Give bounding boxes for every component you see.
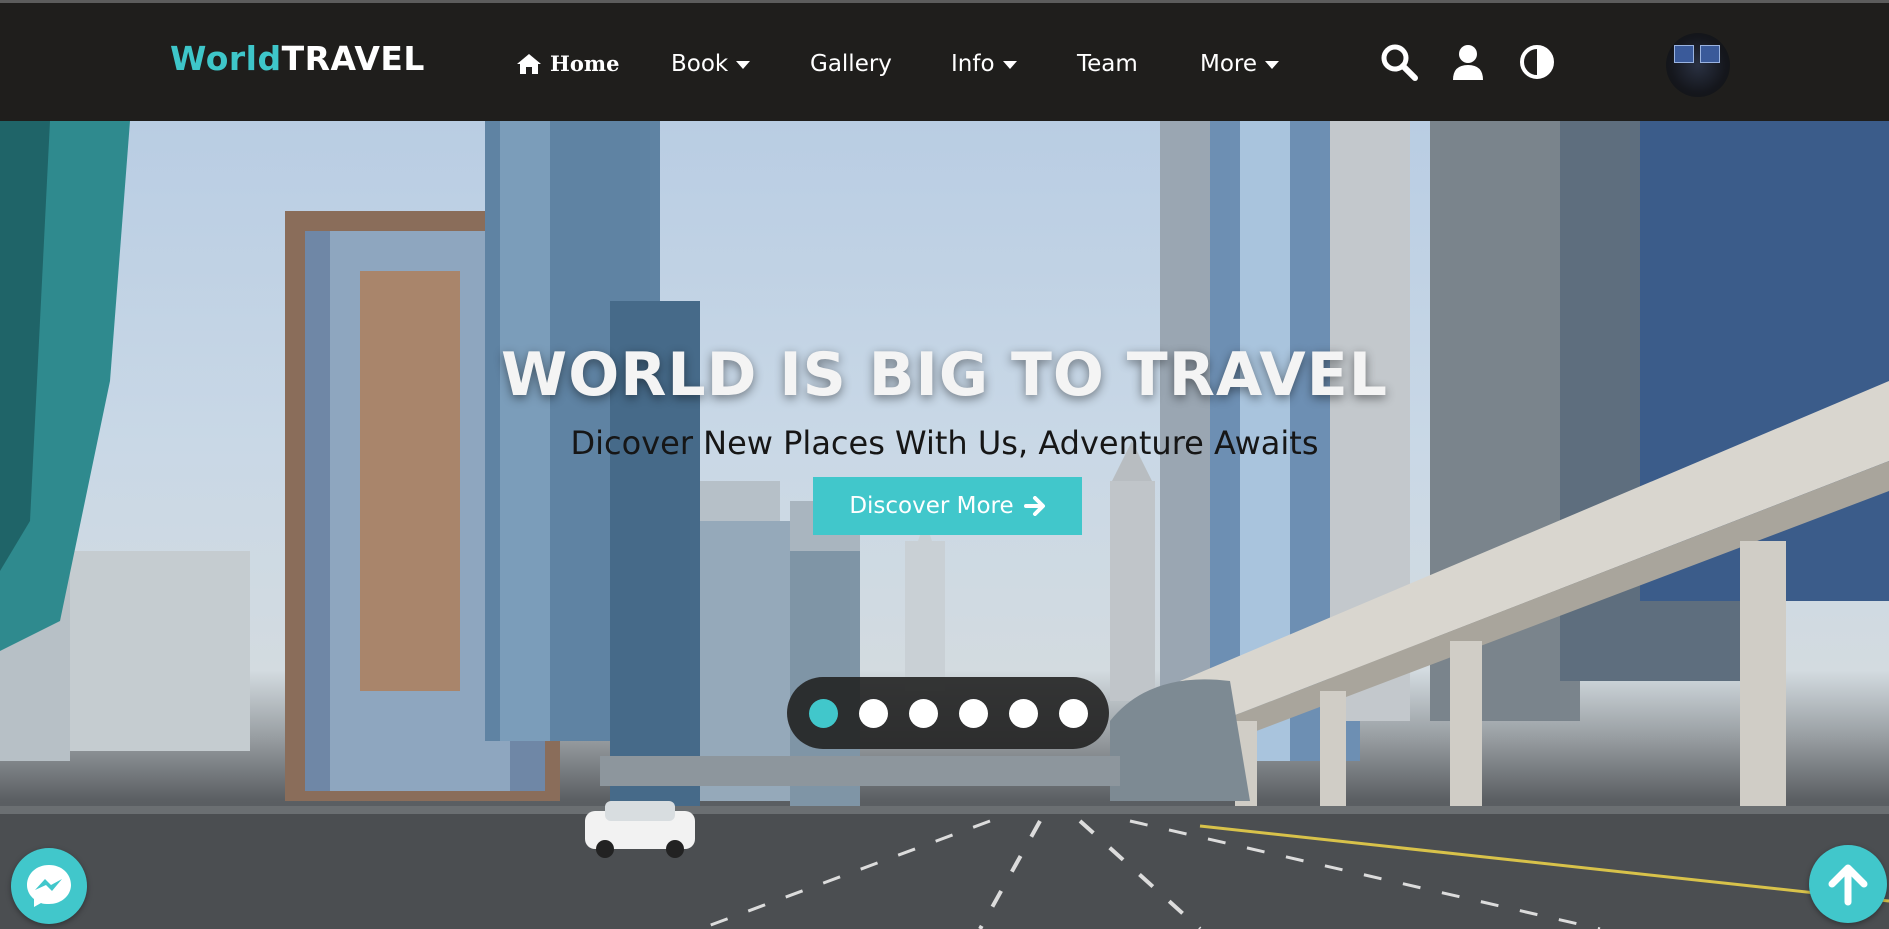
nav-item-more[interactable]: More <box>1200 51 1280 77</box>
messenger-button[interactable] <box>11 848 87 924</box>
slider-pagination <box>787 677 1109 749</box>
search-icon[interactable] <box>1380 43 1418 81</box>
nav-item-info[interactable]: Info <box>951 51 1017 77</box>
chevron-down-icon <box>1002 61 1017 69</box>
avatar-image-left <box>1674 45 1694 63</box>
discover-more-label: Discover More <box>849 493 1014 519</box>
arrow-up-icon <box>1828 864 1868 906</box>
avatar[interactable] <box>1666 33 1730 97</box>
nav-item-label: More <box>1200 51 1258 77</box>
nav-item-label: Gallery <box>810 51 892 77</box>
scroll-to-top-button[interactable] <box>1809 845 1887 923</box>
slide-dot[interactable] <box>858 698 888 728</box>
home-icon <box>517 53 541 74</box>
nav-item-label: Book <box>671 51 729 77</box>
chevron-down-icon <box>1265 61 1280 69</box>
chevron-down-icon <box>736 61 751 69</box>
messenger-icon <box>27 865 71 907</box>
hero-title: WORLD IS BIG TO TRAVEL <box>501 340 1388 410</box>
nav-item-home[interactable]: Home <box>516 51 619 76</box>
arrow-right-icon <box>1023 496 1045 516</box>
nav-item-label: Info <box>951 51 995 77</box>
slide-dot[interactable] <box>808 698 838 728</box>
slide-dot[interactable] <box>958 698 988 728</box>
hero-subtitle: Dicover New Places With Us, Adventure Aw… <box>570 424 1319 462</box>
slide-dot[interactable] <box>1058 698 1088 728</box>
slide-dot[interactable] <box>1008 698 1038 728</box>
discover-more-button[interactable]: Discover More <box>813 477 1082 535</box>
brand-logo[interactable]: WorldTRAVEL <box>170 39 425 78</box>
contrast-icon[interactable] <box>1518 43 1556 81</box>
slide-dot[interactable] <box>908 698 938 728</box>
hero-section: WORLD IS BIG TO TRAVEL Dicover New Place… <box>0 121 1889 929</box>
nav-item-book[interactable]: Book <box>671 51 751 77</box>
navbar: WorldTRAVEL Home Book Gallery Info Team … <box>0 3 1889 121</box>
brand-logo-part2: TRAVEL <box>281 39 425 78</box>
avatar-image-right <box>1700 45 1720 63</box>
brand-logo-part1: World <box>170 39 282 78</box>
nav-item-label: Home <box>550 51 620 76</box>
nav-item-gallery[interactable]: Gallery <box>810 51 892 77</box>
user-icon[interactable] <box>1449 43 1487 81</box>
nav-item-label: Team <box>1077 51 1138 77</box>
nav-item-team[interactable]: Team <box>1077 51 1138 77</box>
